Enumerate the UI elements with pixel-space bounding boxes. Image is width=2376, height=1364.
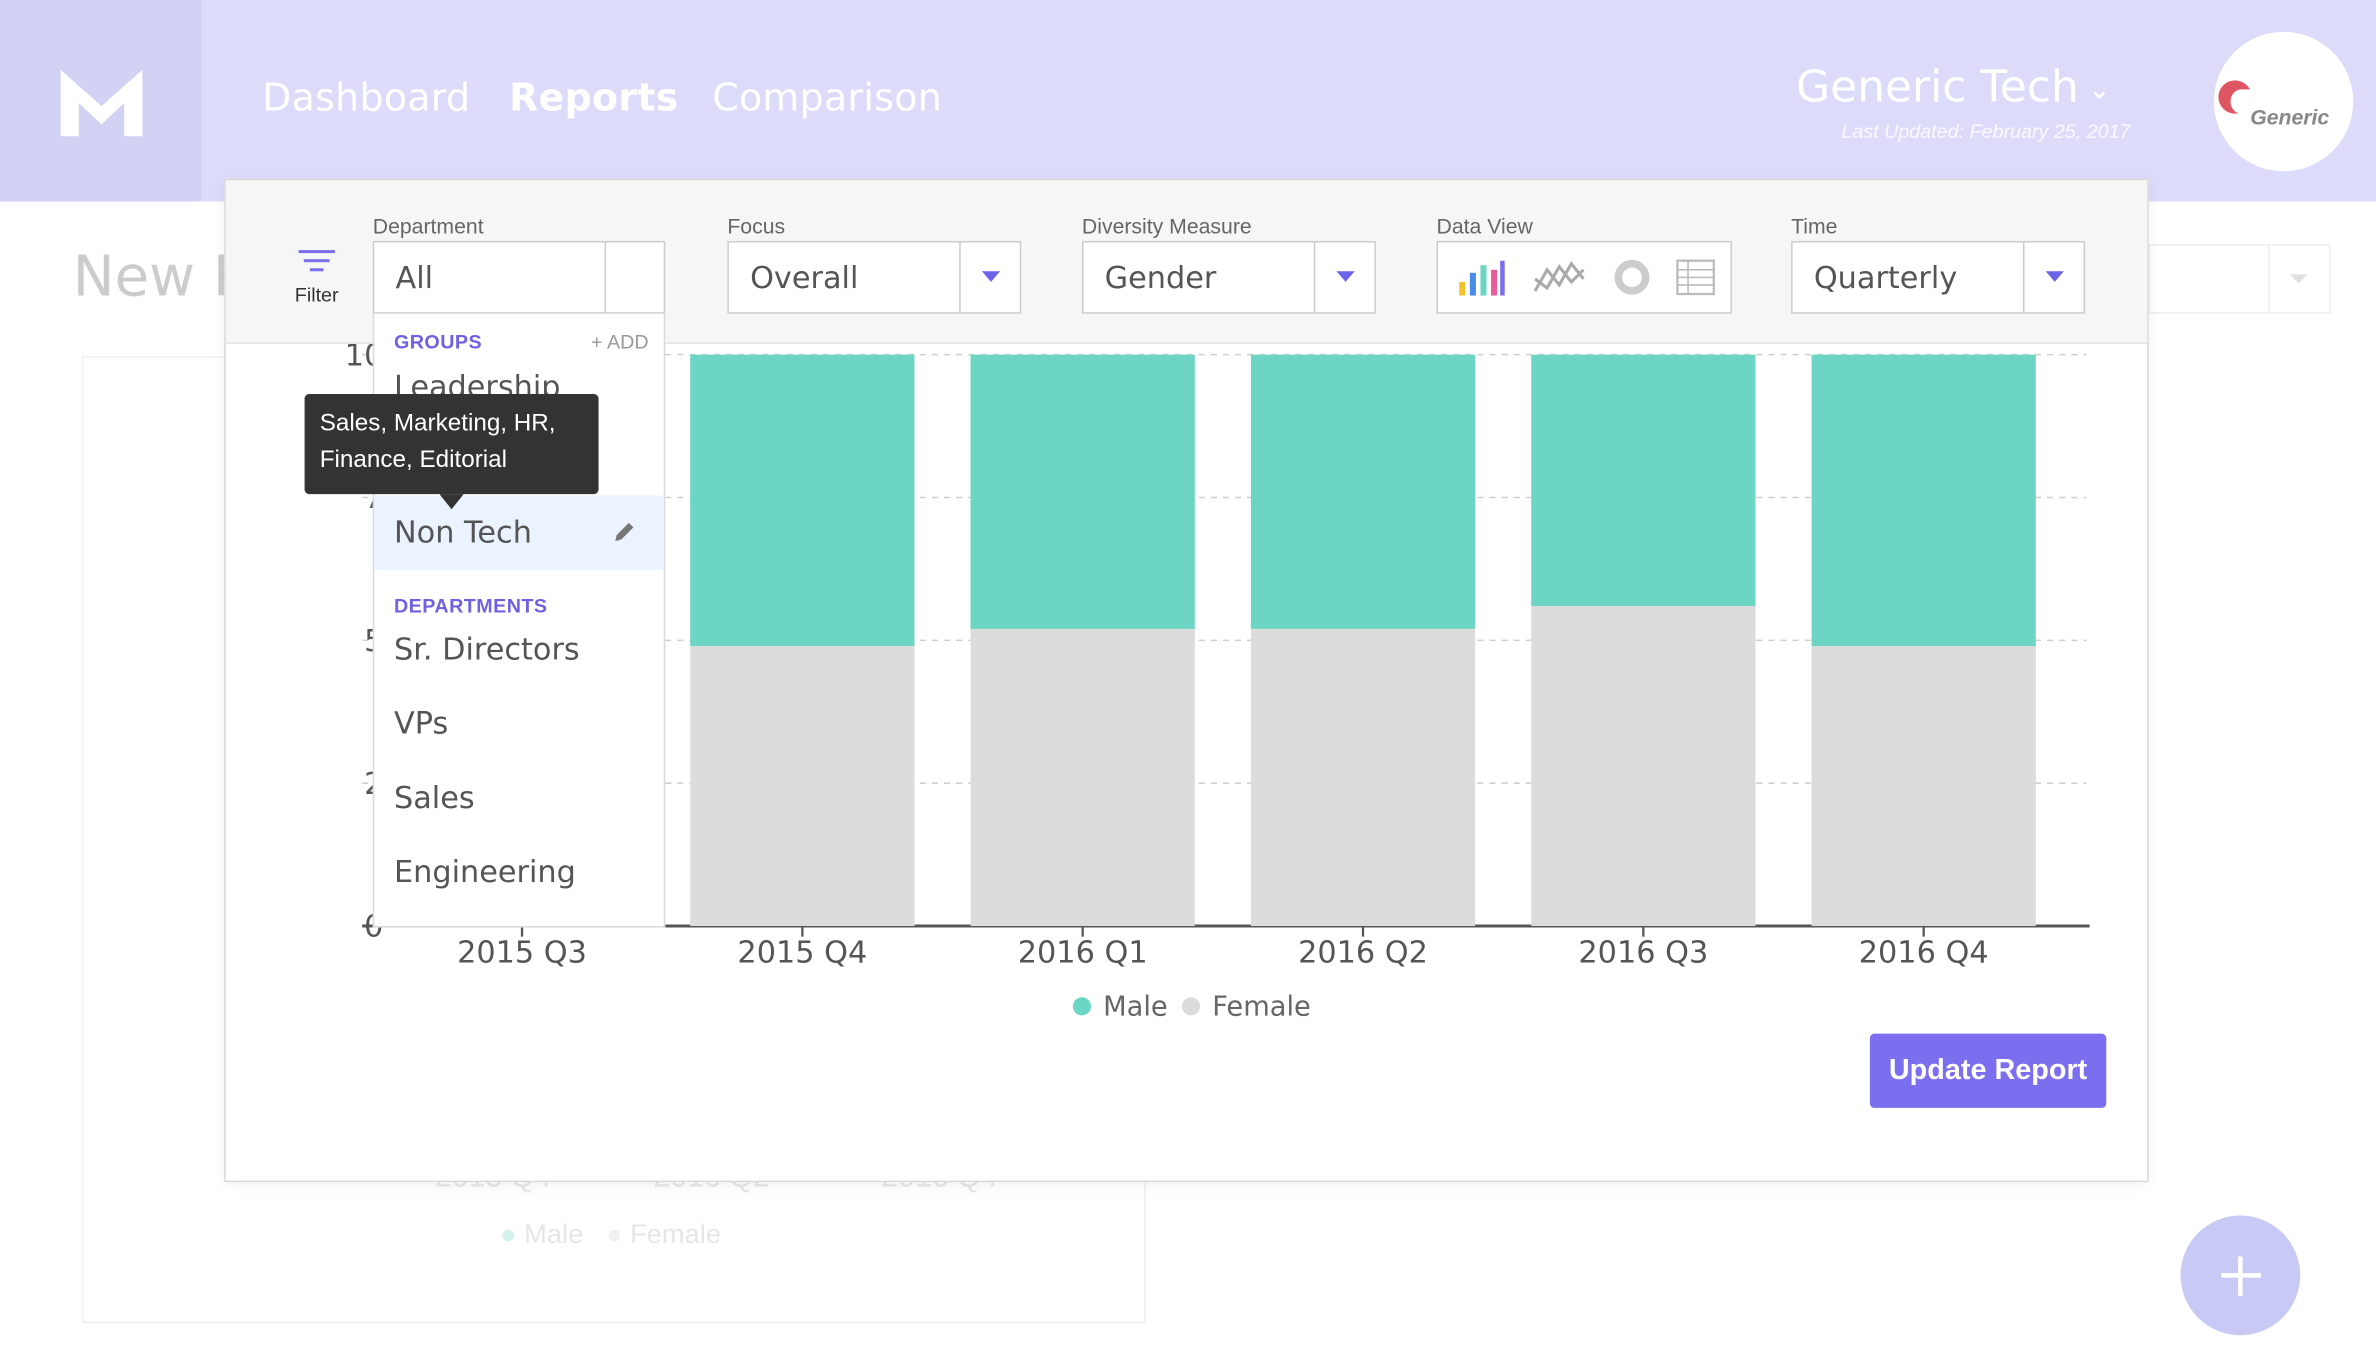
legend-dot-icon bbox=[1072, 997, 1092, 1016]
bar-male bbox=[970, 354, 1195, 629]
caret-down-icon bbox=[1336, 271, 1355, 282]
dropdown-item-label: Engineering bbox=[393, 853, 576, 890]
bar-male bbox=[1250, 354, 1476, 629]
bar-female bbox=[1250, 628, 1476, 927]
x-tick-label: 2016 Q3 bbox=[1578, 935, 1708, 970]
time-label: Time bbox=[1791, 213, 1838, 238]
legend-dot-icon: ● bbox=[606, 1218, 623, 1249]
diversity-select[interactable]: Gender bbox=[1081, 240, 1376, 314]
dropdown-item-engineering[interactable]: Engineering bbox=[374, 835, 663, 909]
bar-female bbox=[1811, 646, 2036, 927]
dropdown-item-label: Sr. Directors bbox=[393, 630, 580, 667]
last-updated: Last Updated: February 25, 2017 bbox=[1841, 119, 2131, 143]
dropdown-item-label: Sales bbox=[393, 779, 475, 816]
x-tick-label: 2016 Q4 bbox=[1859, 935, 1989, 970]
bar-female bbox=[690, 646, 915, 927]
chevron-down-icon: ⌄ bbox=[2087, 73, 2111, 106]
focus-label: Focus bbox=[727, 213, 786, 238]
update-report-button[interactable]: Update Report bbox=[1869, 1033, 2107, 1108]
select-divider bbox=[2022, 242, 2025, 313]
focus-select[interactable]: Overall bbox=[727, 240, 1022, 314]
x-tick-label: 2015 Q3 bbox=[457, 935, 587, 970]
legend-label: Female bbox=[1212, 991, 1311, 1022]
table-icon[interactable] bbox=[1676, 258, 1715, 305]
x-tick-label: 2016 Q2 bbox=[1298, 935, 1428, 970]
pencil-icon[interactable] bbox=[612, 520, 636, 544]
bar-female bbox=[1531, 606, 1756, 927]
filter-icon bbox=[298, 250, 335, 274]
company-name: Generic Tech bbox=[1796, 60, 2079, 113]
dropdown-item-sr-directors[interactable]: Sr. Directors bbox=[374, 612, 663, 686]
legend-label: Male bbox=[524, 1218, 584, 1249]
legend-label: Female bbox=[630, 1218, 722, 1249]
dropdown-item-non-tech[interactable]: Non Tech bbox=[374, 495, 664, 570]
filter-button[interactable]: Filter bbox=[286, 250, 347, 306]
dropdown-item-sales[interactable]: Sales bbox=[374, 761, 663, 835]
department-label: Department bbox=[372, 213, 484, 238]
bar-chart-icon[interactable] bbox=[1458, 258, 1506, 305]
caret-down-icon bbox=[981, 271, 1001, 282]
bar-male bbox=[1531, 354, 1756, 607]
department-select[interactable]: All bbox=[372, 240, 666, 314]
select-divider bbox=[1313, 242, 1316, 313]
select-divider bbox=[604, 242, 607, 313]
app-logo[interactable] bbox=[0, 0, 202, 202]
focus-value: Overall bbox=[750, 259, 859, 296]
nav-reports[interactable]: Reports bbox=[509, 76, 678, 120]
data-view-label: Data View bbox=[1436, 213, 1533, 238]
department-value: All bbox=[395, 259, 434, 296]
x-tick-label: 2015 Q4 bbox=[737, 935, 867, 970]
company-logo-text: Generic bbox=[2250, 104, 2330, 129]
add-report-button[interactable] bbox=[2180, 1215, 2301, 1336]
bar-female bbox=[970, 628, 1195, 927]
time-value: Quarterly bbox=[1813, 259, 1958, 296]
bar-male bbox=[690, 354, 915, 647]
diversity-label: Diversity Measure bbox=[1081, 213, 1252, 238]
background-legend: ● Male ● Female bbox=[500, 1219, 721, 1251]
data-view-toggle bbox=[1436, 240, 1732, 314]
select-divider bbox=[959, 242, 961, 313]
app-root: Dashboard Reports Comparison Generic Tec… bbox=[0, 0, 2376, 1364]
filter-label: Filter bbox=[294, 283, 339, 307]
legend-dot-icon: ● bbox=[500, 1218, 517, 1249]
nav-comparison[interactable]: Comparison bbox=[712, 76, 942, 120]
company-logo-mark bbox=[2218, 80, 2252, 114]
x-tick-label: 2016 Q1 bbox=[1018, 935, 1148, 970]
company-avatar[interactable]: Generic bbox=[2213, 31, 2354, 172]
group-tooltip: Sales, Marketing, HR, Finance, Editorial bbox=[304, 394, 599, 510]
line-chart-icon[interactable] bbox=[1532, 258, 1587, 305]
company-switcher[interactable]: Generic Tech ⌄ bbox=[1796, 61, 2111, 113]
top-navbar: Dashboard Reports Comparison Generic Tec… bbox=[0, 0, 2376, 202]
time-select[interactable]: Quarterly bbox=[1791, 240, 2086, 314]
dropdown-item-label: Non Tech bbox=[393, 513, 532, 551]
legend-dot-icon bbox=[1181, 997, 1201, 1016]
nav-dashboard[interactable]: Dashboard bbox=[262, 76, 470, 120]
dropdown-item-vps[interactable]: VPs bbox=[374, 687, 663, 761]
bar-male bbox=[1811, 354, 2036, 647]
m-logo-icon bbox=[60, 69, 143, 137]
dropdown-item-label: VPs bbox=[393, 704, 449, 742]
caret-down-icon bbox=[2045, 271, 2064, 282]
diversity-value: Gender bbox=[1104, 259, 1217, 296]
background-select bbox=[2148, 244, 2331, 314]
donut-chart-icon[interactable] bbox=[1611, 258, 1653, 305]
legend-label: Male bbox=[1103, 991, 1168, 1022]
caret-down-icon bbox=[2289, 274, 2308, 284]
